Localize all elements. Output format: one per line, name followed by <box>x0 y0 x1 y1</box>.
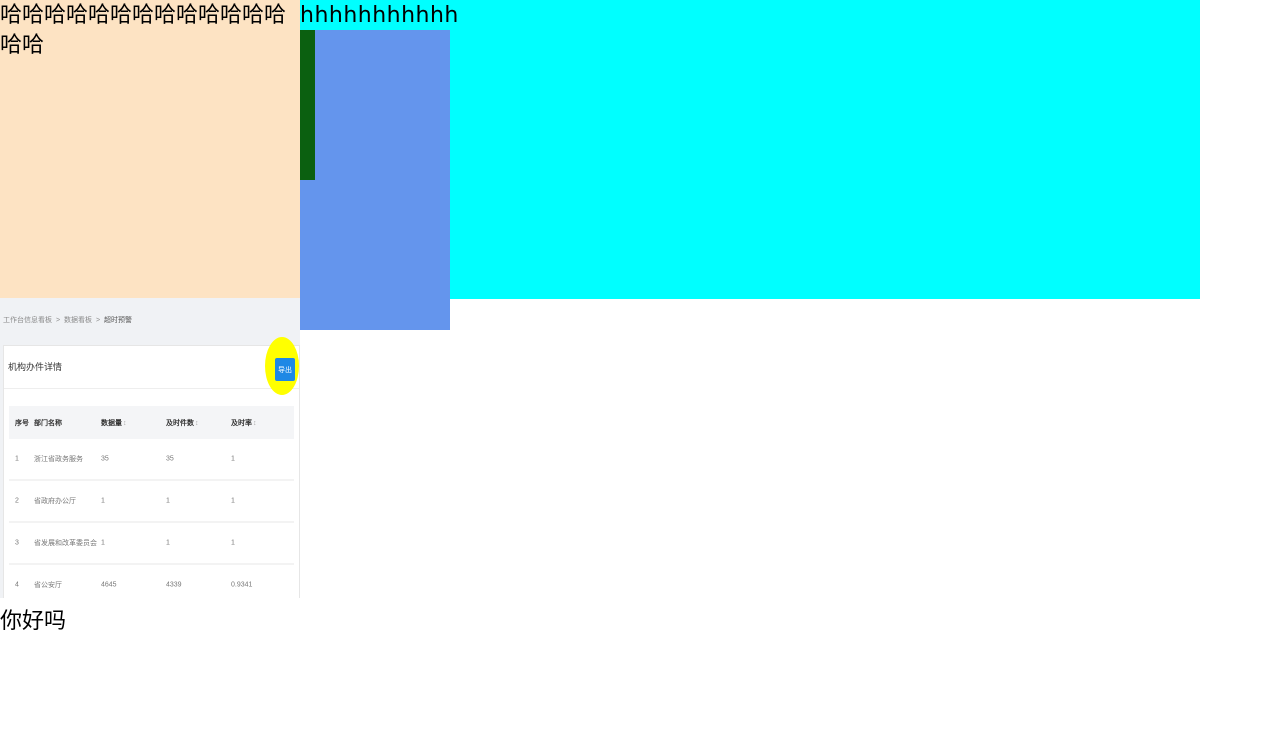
greeting-text: 你好吗 <box>0 609 67 634</box>
header-ontime-count[interactable]: 及时件数↕ <box>166 418 199 428</box>
sort-icon[interactable]: ↕ <box>195 420 199 427</box>
breadcrumb: 工作台信息看板 > 数据看板 > 超时预警 <box>3 315 132 325</box>
cell-ontime-rate: 0.9341 <box>231 581 253 589</box>
table-row[interactable]: 4 省公安厅 4645 4339 0.9341 <box>9 565 294 598</box>
cell-volume: 1 <box>101 539 105 547</box>
header-ontime-count-label: 及时件数 <box>166 419 194 427</box>
table-row[interactable]: 1 浙江省政务服务 35 35 1 <box>9 439 294 481</box>
embedded-screenshot: 工作台信息看板 > 数据看板 > 超时预警 机构办件详情 导出 序号 部门名称 … <box>0 298 300 598</box>
breadcrumb-current: 超时预警 <box>104 317 132 324</box>
table-header: 序号 部门名称 数据量↕ 及时件数↕ 及时率↕ <box>9 406 294 439</box>
cell-ontime-count: 1 <box>166 539 170 547</box>
table-row[interactable]: 2 省政府办公厅 1 1 1 <box>9 481 294 523</box>
breadcrumb-separator: > <box>95 317 101 324</box>
cell-volume: 1 <box>101 497 105 505</box>
sort-icon[interactable]: ↕ <box>253 420 257 427</box>
repeated-h-text: hhhhhhhhhhh <box>300 3 459 28</box>
cell-ontime-rate: 1 <box>231 455 235 463</box>
cell-ontime-count: 35 <box>166 455 174 463</box>
header-ontime-rate-label: 及时率 <box>231 419 252 427</box>
card-header: 机构办件详情 导出 <box>4 337 299 395</box>
cell-index: 3 <box>15 539 19 547</box>
cell-ontime-rate: 1 <box>231 539 235 547</box>
table-row[interactable]: 3 省发展和改革委员会 1 1 1 <box>9 523 294 565</box>
cell-volume: 35 <box>101 455 109 463</box>
detail-card: 机构办件详情 导出 序号 部门名称 数据量↕ 及时件数↕ 及时率↕ 1 浙江省政… <box>3 337 300 598</box>
breadcrumb-item[interactable]: 工作台信息看板 <box>3 317 52 324</box>
green-bar <box>300 30 315 180</box>
cell-ontime-rate: 1 <box>231 497 235 505</box>
sort-icon[interactable]: ↕ <box>123 420 127 427</box>
repeated-ha-text: 哈哈哈哈哈哈哈哈哈哈哈哈哈哈哈 <box>0 3 287 58</box>
cell-volume: 4645 <box>101 581 117 589</box>
cell-ontime-count: 4339 <box>166 581 182 589</box>
breadcrumb-item[interactable]: 数据看板 <box>64 317 92 324</box>
cell-department: 浙江省政务服务 <box>34 456 83 463</box>
page: 哈哈哈哈哈哈哈哈哈哈哈哈哈哈哈 hhhhhhhhhhh 工作台信息看板 > 数据… <box>0 0 1267 729</box>
cell-department: 省发展和改革委员会 <box>34 540 97 547</box>
cell-index: 2 <box>15 497 19 505</box>
header-volume[interactable]: 数据量↕ <box>101 418 127 428</box>
blue-block <box>300 30 450 330</box>
header-department: 部门名称 <box>34 419 62 427</box>
header-volume-label: 数据量 <box>101 419 122 427</box>
header-index: 序号 <box>15 419 29 427</box>
cell-index: 1 <box>15 455 19 463</box>
export-button[interactable]: 导出 <box>275 358 295 381</box>
header-ontime-rate[interactable]: 及时率↕ <box>231 418 257 428</box>
detail-table: 序号 部门名称 数据量↕ 及时件数↕ 及时率↕ 1 浙江省政务服务 35 35 … <box>9 406 294 598</box>
cell-ontime-count: 1 <box>166 497 170 505</box>
breadcrumb-separator: > <box>55 317 61 324</box>
cell-index: 4 <box>15 581 19 589</box>
cell-department: 省公安厅 <box>34 582 62 589</box>
cell-department: 省政府办公厅 <box>34 498 76 505</box>
card-title: 机构办件详情 <box>8 362 63 372</box>
